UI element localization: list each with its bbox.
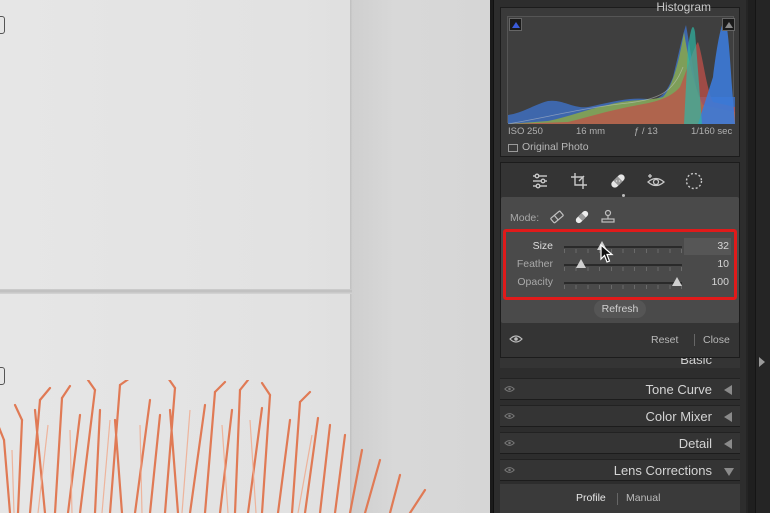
section-color-mixer-title: Color Mixer xyxy=(645,409,712,424)
size-slider-ticks xyxy=(564,249,682,253)
clone-stamp-icon[interactable] xyxy=(599,208,617,226)
original-photo-checkbox[interactable] xyxy=(508,144,518,152)
edit-sliders-icon[interactable] xyxy=(529,170,551,192)
eye-icon[interactable] xyxy=(504,439,515,447)
histogram-panel: Histogram ISO 250 16 mm ƒ / 13 1/160 sec… xyxy=(500,0,740,157)
histogram-title[interactable]: Histogram xyxy=(656,0,711,14)
opacity-slider-track[interactable] xyxy=(564,282,682,284)
develop-right-panel: Histogram ISO 250 16 mm ƒ / 13 1/160 sec… xyxy=(493,0,746,513)
opacity-slider-thumb[interactable] xyxy=(672,277,682,286)
feather-slider-row: Feather 10 xyxy=(509,257,731,273)
feather-slider-thumb[interactable] xyxy=(576,259,586,268)
size-slider-row: Size 32 xyxy=(509,238,731,255)
section-tone-curve-title: Tone Curve xyxy=(645,382,712,397)
crop-icon[interactable] xyxy=(568,170,590,192)
size-slider-track[interactable] xyxy=(564,246,682,248)
masking-icon[interactable] xyxy=(683,170,705,192)
healing-bandage-icon[interactable] xyxy=(607,170,629,192)
exif-focal-length: 16 mm xyxy=(576,126,606,137)
mode-label: Mode: xyxy=(510,212,540,224)
tab-manual[interactable]: Manual xyxy=(626,492,660,504)
coral-plant-image xyxy=(0,380,427,513)
opacity-value[interactable]: 100 xyxy=(685,276,729,288)
red-eye-icon[interactable] xyxy=(645,170,667,192)
section-detail[interactable]: Detail xyxy=(500,432,740,454)
highlight-clipping-toggle[interactable] xyxy=(722,18,735,31)
refresh-button[interactable]: Refresh xyxy=(594,300,646,318)
content-aware-remove-icon[interactable] xyxy=(548,208,566,226)
opacity-slider-row: Opacity 100 xyxy=(509,275,731,291)
size-value[interactable]: 32 xyxy=(685,240,729,252)
collapse-arrow-icon[interactable] xyxy=(724,439,732,449)
eye-icon[interactable] xyxy=(504,466,515,474)
exif-shutter: 1/160 sec xyxy=(691,126,733,137)
section-color-mixer[interactable]: Color Mixer xyxy=(500,405,740,427)
opacity-slider-ticks xyxy=(564,285,682,289)
exif-iso: ISO 250 xyxy=(508,126,543,137)
section-basic[interactable]: Basic xyxy=(500,358,740,368)
reset-button[interactable]: Reset xyxy=(651,334,678,346)
heal-spot-marker[interactable] xyxy=(0,16,5,34)
size-label: Size xyxy=(532,240,553,252)
histogram-curves xyxy=(507,19,735,125)
histogram-graph[interactable] xyxy=(507,16,735,125)
original-photo-label[interactable]: Original Photo xyxy=(522,141,589,153)
expand-arrow-icon[interactable] xyxy=(724,468,734,476)
collapse-arrow-icon[interactable] xyxy=(724,412,732,422)
panel-scroll-rail xyxy=(746,0,770,513)
tab-divider xyxy=(617,493,618,505)
feather-value[interactable]: 10 xyxy=(685,258,729,270)
healing-panel: Mode: Size 32 Feather 10 Opacity 100 Ref… xyxy=(501,197,739,323)
eye-icon[interactable] xyxy=(504,385,515,393)
tab-profile[interactable]: Profile xyxy=(576,492,606,504)
mouse-cursor-icon xyxy=(600,244,614,263)
section-basic-title: Basic xyxy=(680,358,712,367)
section-tone-curve[interactable]: Tone Curve xyxy=(500,378,740,400)
section-lens-corrections-title: Lens Corrections xyxy=(613,463,712,478)
collapse-arrow-icon[interactable] xyxy=(724,385,732,395)
close-button[interactable]: Close xyxy=(703,334,730,346)
footer-divider xyxy=(694,334,695,346)
panel-collapse-arrow-icon[interactable] xyxy=(759,357,765,367)
photo-canvas[interactable] xyxy=(0,0,490,513)
section-detail-title: Detail xyxy=(678,436,712,451)
lens-corrections-tabs: Profile Manual xyxy=(500,484,740,513)
section-lens-corrections[interactable]: Lens Corrections xyxy=(500,459,740,481)
shadow-clipping-toggle[interactable] xyxy=(509,18,522,31)
eye-icon[interactable] xyxy=(504,412,515,420)
eye-icon[interactable] xyxy=(509,334,523,344)
feather-label: Feather xyxy=(516,258,553,270)
heal-icon[interactable] xyxy=(573,208,591,226)
opacity-label: Opacity xyxy=(517,276,553,288)
panel-scrollbar[interactable] xyxy=(748,0,756,513)
wall-seam-line xyxy=(0,289,352,294)
healing-footer: Reset Close xyxy=(501,326,739,354)
exif-aperture: ƒ / 13 xyxy=(634,126,658,137)
